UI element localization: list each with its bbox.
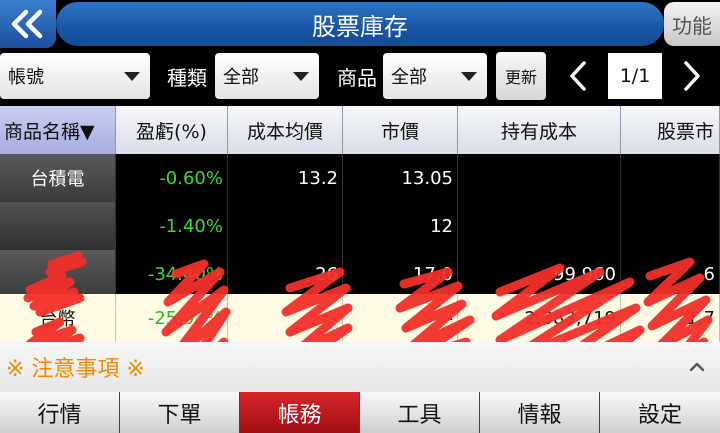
cell-market-value: 1,7 bbox=[621, 294, 720, 342]
prev-page-button[interactable] bbox=[564, 56, 592, 96]
column-header-market-value[interactable]: 股票市 bbox=[621, 106, 720, 154]
product-label: 商品 bbox=[337, 65, 377, 90]
table-row[interactable]: 台積電 -0.60% 13.2 13.05 bbox=[0, 154, 720, 202]
table-row[interactable]: -34.40% 26 17.0 99,960 6 bbox=[0, 250, 720, 298]
page-indicator: 1/1 bbox=[608, 53, 662, 99]
bottom-nav: 行情 下單 帳務 工具 情報 設定 bbox=[0, 392, 720, 433]
cell-name bbox=[0, 250, 116, 298]
notice-bar[interactable]: ※ 注意事項 ※ bbox=[0, 342, 720, 392]
cell-pnl: -25.92% bbox=[116, 294, 228, 342]
product-select-value: 全部 bbox=[391, 67, 427, 88]
cell-market-value bbox=[621, 202, 720, 250]
notice-label: ※ 注意事項 ※ bbox=[6, 357, 145, 382]
nav-item-account[interactable]: 帳務 bbox=[240, 392, 360, 433]
double-chevron-left-icon bbox=[11, 9, 43, 39]
column-header-pnl[interactable]: 盈虧(%) bbox=[116, 106, 228, 154]
cell-pnl: -34.40% bbox=[116, 250, 228, 298]
column-header-cost[interactable]: 持有成本 bbox=[458, 106, 621, 154]
column-header-price[interactable]: 市價 bbox=[343, 106, 458, 154]
cell-avg-cost: 26 bbox=[228, 250, 343, 298]
table-row[interactable]: -1.40% 12 bbox=[0, 202, 720, 250]
cell-pnl: -0.60% bbox=[116, 154, 228, 202]
holdings-table: 商品名稱▼ 盈虧(%) 成本均價 市價 持有成本 股票市 台積電 -0.60% … bbox=[0, 106, 720, 342]
type-select[interactable]: 全部 bbox=[215, 53, 319, 99]
account-select-value: 帳號 bbox=[8, 67, 44, 88]
nav-item-info[interactable]: 情報 bbox=[480, 392, 600, 433]
header: 股票庫存 功能 bbox=[0, 0, 720, 48]
cell-cost bbox=[458, 202, 621, 250]
cell-price: 12 bbox=[343, 202, 458, 250]
next-page-button[interactable] bbox=[678, 56, 706, 96]
cell-name bbox=[0, 202, 116, 250]
cell-price: 17.0 bbox=[343, 250, 458, 298]
cell-price: 13.05 bbox=[343, 154, 458, 202]
cell-name: 台積電 bbox=[0, 154, 116, 202]
table-total-row[interactable]: 台幣 -25.92% - - 2,383,719 1,7 bbox=[0, 294, 720, 342]
column-header-avg-cost[interactable]: 成本均價 bbox=[228, 106, 343, 154]
type-label: 種類 bbox=[167, 65, 207, 90]
cell-market-value bbox=[621, 154, 720, 202]
cell-avg-cost bbox=[228, 202, 343, 250]
table-header: 商品名稱▼ 盈虧(%) 成本均價 市價 持有成本 股票市 bbox=[0, 106, 720, 154]
cell-cost: 99,960 bbox=[458, 250, 621, 298]
caret-down-icon bbox=[293, 72, 309, 81]
nav-item-quotes[interactable]: 行情 bbox=[0, 392, 120, 433]
product-select[interactable]: 全部 bbox=[383, 53, 487, 99]
refresh-button[interactable]: 更新 bbox=[496, 52, 546, 100]
cell-market-value: 6 bbox=[621, 250, 720, 298]
type-select-value: 全部 bbox=[223, 67, 259, 88]
cell-cost bbox=[458, 154, 621, 202]
back-button[interactable] bbox=[0, 0, 56, 48]
chevron-right-icon bbox=[684, 61, 700, 91]
caret-down-icon bbox=[461, 72, 477, 81]
filter-bar: 帳號 種類 全部 商品 全部 更新 1/1 bbox=[0, 48, 720, 106]
page-title: 股票庫存 bbox=[56, 2, 664, 46]
cell-avg-cost: 13.2 bbox=[228, 154, 343, 202]
cell-avg-cost: - bbox=[228, 294, 343, 342]
account-select[interactable]: 帳號 bbox=[0, 53, 150, 99]
function-button[interactable]: 功能 bbox=[664, 2, 720, 46]
chevron-left-icon bbox=[570, 61, 586, 91]
column-header-name[interactable]: 商品名稱▼ bbox=[0, 106, 116, 154]
nav-item-order[interactable]: 下單 bbox=[120, 392, 240, 433]
nav-item-tools[interactable]: 工具 bbox=[360, 392, 480, 433]
cell-cost: 2,383,719 bbox=[458, 294, 621, 342]
cell-price: - bbox=[343, 294, 458, 342]
cell-name: 台幣 bbox=[0, 294, 116, 342]
caret-down-icon bbox=[124, 72, 140, 81]
app-root: 股票庫存 功能 帳號 種類 全部 商品 全部 更新 1/1 商品名稱▼ 盈虧(%… bbox=[0, 0, 720, 433]
cell-pnl: -1.40% bbox=[116, 202, 228, 250]
nav-item-settings[interactable]: 設定 bbox=[600, 392, 720, 433]
chevron-up-icon[interactable] bbox=[688, 358, 706, 376]
